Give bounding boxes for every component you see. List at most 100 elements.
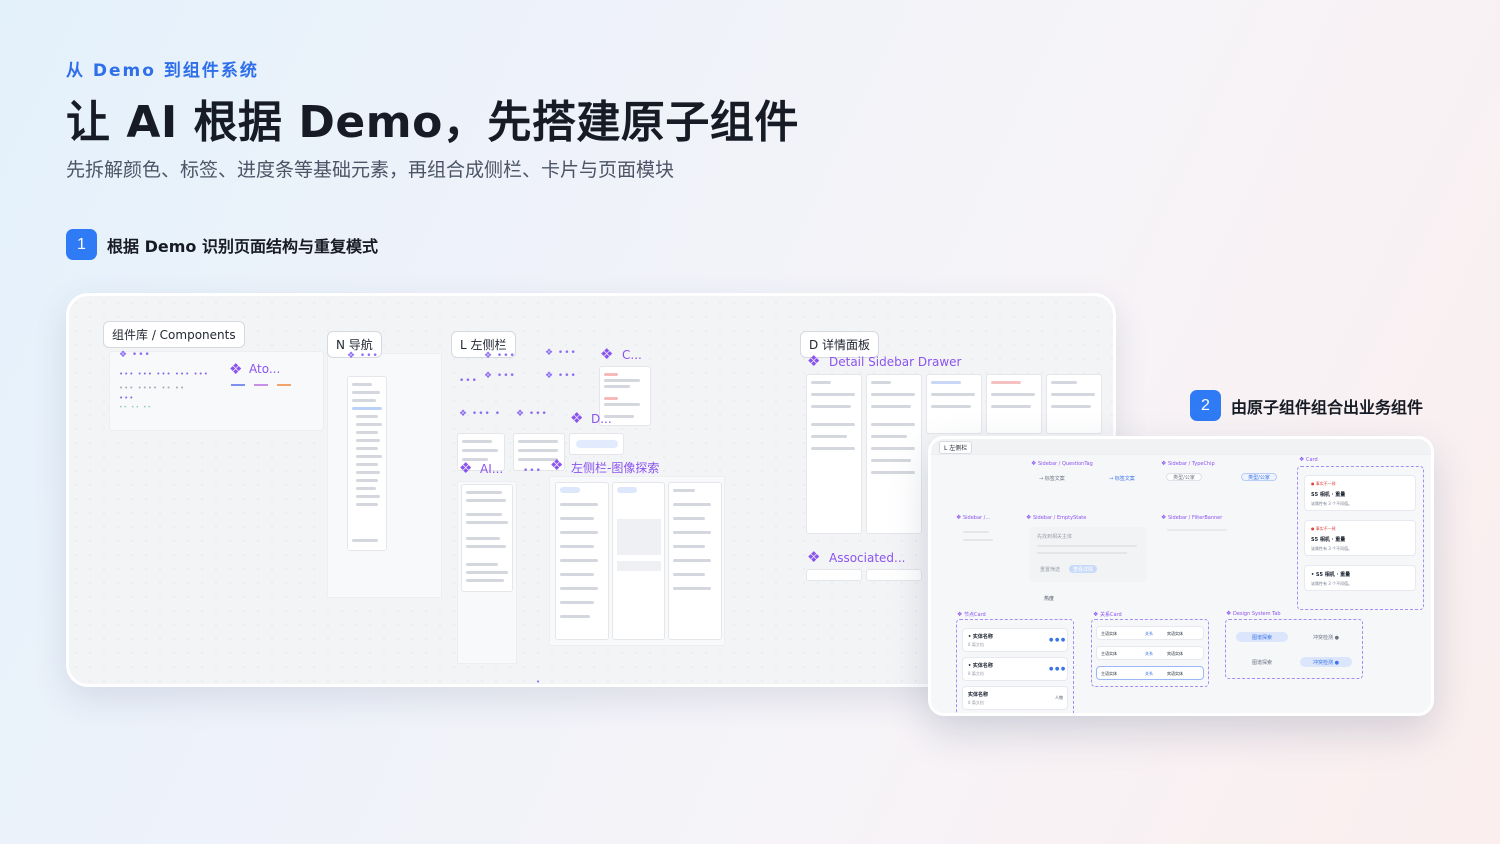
detail-mini-frame [866,374,922,534]
node-title: • 实体名称 [968,663,993,669]
detail-mini-frame [1046,374,1102,434]
relation-row: 主语实体 关系 宾语实体 [1096,646,1204,660]
detail-mini-frame [986,374,1042,434]
token-dots: •• •• •• [119,404,153,411]
step-number: 1 [66,229,97,260]
question-tag-chip: → 标签文案 [1039,476,1065,482]
token-dots: ••• •••• •• •• [119,384,186,392]
relation-left: 主语实体 [1101,671,1117,676]
node-tag: ● ● ● [1049,666,1066,672]
canvas-topbar [931,439,1431,455]
node-title: 实体名称 [968,692,989,698]
detail-mini-frame [926,374,982,434]
tab-graph-explore[interactable]: 图谱探索 [1236,657,1288,667]
composition-canvas-panel: L 左侧栏 ❖ Sidebar / QuestionTag → 标签文案 → 标… [928,436,1434,716]
empty-state-frame: 先找到相关主体 重置筛选 查看详情 [1029,527,1147,582]
node-title: • 实体名称 [968,634,993,640]
empty-tag: 热度 [1044,596,1055,602]
relation-row: 主语实体 关系 宾语实体 [1096,626,1204,640]
component-icon: ❖ ••• • [459,409,502,419]
section-label-components: 组件库 / Components [103,321,245,348]
component-icon: ❖ [807,352,821,370]
frame-label-text: 节点Card [963,612,986,618]
view-detail-button[interactable]: 查看详情 [1069,565,1097,573]
step-label: 根据 Demo 识别页面结构与重复模式 [107,236,378,256]
image-search-column [612,482,665,640]
frame-label-image-search: 左侧栏-图像探索 [571,461,660,475]
frame-label-question-tag: ❖ Sidebar / QuestionTag [1031,460,1093,468]
image-search-column [555,482,609,640]
reset-filter-button[interactable]: 重置筛选 [1037,565,1063,573]
card-title: • S5 相机 · 重量 [1311,572,1351,578]
frame-label-text: Design System Tab [1232,611,1281,617]
card-desc: 该属性有 3 个不同值。 [1311,581,1353,586]
card-component-frame: ● 事实不一致 S5 相机 · 重量 该属性有 3 个不同值。 ● 事实不一致 … [1297,466,1424,610]
frame-label-type-chip: ❖ Sidebar / TypeChip [1161,460,1215,468]
mini-frame [569,433,624,455]
eyebrow: 从 Demo 到组件系统 [66,61,259,81]
tab-conflict-detect[interactable]: 冲突检测 ● [1300,657,1352,667]
tab-conflict-detect[interactable]: 冲突检测 ● [1300,632,1352,642]
frame-label-text: 关系Card [1099,612,1122,618]
associated-chip [866,569,922,581]
relation-mid: 关系 [1145,631,1153,636]
image-search-column [668,482,722,640]
frame-label-text: Sidebar / EmptyState [1032,515,1087,521]
page-title: 让 AI 根据 Demo，先搭建原子组件 [66,97,799,148]
component-icon: ❖ [570,409,584,427]
token-line [254,384,268,386]
frame-label-d: D... [591,412,612,426]
relation-right: 宾语实体 [1167,671,1183,676]
frame-label-filter-banner: ❖ Sidebar / FilterBanner [1161,515,1222,522]
frame-label-relation-card: ❖ 关系Card [1093,611,1122,619]
node-card-frame: • 实体名称 8 篇文档 ● ● ● • 实体名称 8 篇文档 ● ● ● 实体… [956,619,1074,713]
node-sub: 8 篇文档 [968,671,984,676]
ai-mini-frame [461,484,513,592]
nav-mini-frame [347,376,387,551]
frame-label-empty-state: ❖ Sidebar / EmptyState [1026,514,1087,522]
token-line [277,384,291,386]
component-icon: ❖ [1161,460,1167,467]
ghost-line [963,539,993,541]
card-title: S5 相机 · 重量 [1311,537,1346,543]
frame-label-text: Card [1305,457,1318,463]
component-icon: ❖ [1031,460,1037,467]
token-line [231,384,245,386]
token-dots: • [536,678,542,686]
node-tag: ● ● ● [1049,637,1066,643]
relation-mid: 关系 [1145,671,1153,676]
frame-label-text: Sidebar / TypeChip [1167,461,1215,467]
section-label-left: L 左侧栏 [939,441,973,454]
node-card-item: • 实体名称 8 篇文档 ● ● ● [962,628,1068,652]
frame-label-ato: Ato... [249,362,281,376]
component-icon: ❖ [459,459,473,477]
ghost-line [963,531,989,533]
component-icon: ❖ [1026,514,1032,521]
node-card-item: 实体名称 8 篇文档 人物 [962,686,1068,710]
component-icon: ❖ ••• [545,371,577,381]
frame-label-associated: Associated... [829,551,906,565]
design-tab-frame: 图谱探索 冲突检测 ● 图谱探索 冲突检测 ● [1225,619,1363,679]
step-number: 2 [1190,390,1221,421]
component-icon: ❖ [1299,456,1305,463]
component-icon: ❖ ••• [545,348,577,358]
token-dots: ••• [119,394,135,402]
type-chip: 类型/公家 [1241,473,1277,481]
node-sub: 8 篇文档 [968,642,984,647]
node-sub: 8 篇文档 [968,700,984,705]
card-badge: ● 事实不一致 [1311,526,1336,531]
step-label: 由原子组件组合出业务组件 [1231,397,1424,417]
token-dots: ••• [459,376,478,386]
component-icon: ❖ [1093,611,1099,618]
relation-right: 宾语实体 [1167,631,1183,636]
relation-mid: 关系 [1145,651,1153,656]
card-item: ● 事实不一致 S5 相机 · 重量 该属性有 3 个不同值。 [1304,475,1416,511]
frame-label-text: Sidebar / QuestionTag [1037,461,1093,467]
tab-graph-explore[interactable]: 图谱探索 [1236,632,1288,642]
card-badge: ● 事实不一致 [1311,481,1336,486]
card-title: S5 相机 · 重量 [1311,492,1346,498]
node-card-item: • 实体名称 8 篇文档 ● ● ● [962,657,1068,681]
relation-left: 主语实体 [1101,651,1117,656]
component-icon: ❖ [550,456,564,474]
card-item: • S5 相机 · 重量 该属性有 3 个不同值。 [1304,565,1416,591]
